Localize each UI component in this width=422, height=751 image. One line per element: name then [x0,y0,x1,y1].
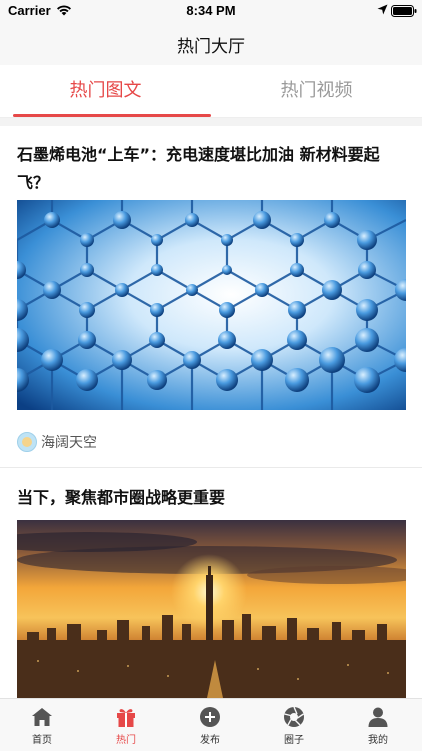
page-title: 热门大厅 [177,37,245,57]
add-circle-icon [200,707,220,727]
tabbar-item-circle[interactable]: 圈子 [252,699,336,751]
tab-hot-videos[interactable]: 热门视频 [211,65,422,117]
home-icon [32,708,52,726]
tabbar-label-hot: 热门 [116,735,136,746]
active-tab-indicator [13,114,211,117]
tabbar-label-home: 首页 [32,735,52,746]
location-arrow-icon [377,4,388,15]
tabbar-label-circle: 圈子 [284,735,304,746]
tabbar-item-mine[interactable]: 我的 [336,699,420,751]
city-skyline-illustration [17,520,406,698]
navigation-bar: 热门大厅 [0,22,422,65]
graphene-molecule-image[interactable] [17,200,406,410]
author-name: 海阔天空 [41,435,97,451]
tabbar-item-hot[interactable]: 热门 [84,699,168,751]
section-spacer [0,118,422,126]
article-title[interactable]: 石墨烯电池“上车”：充电速度堪比加油 新材料要起飞？ [17,141,409,197]
tab-hot-articles[interactable]: 热门图文 [0,65,211,117]
tabbar-item-publish[interactable]: 发布 [168,699,252,751]
article-title[interactable]: 当下，聚焦都市圈战略更重要 [17,484,409,512]
city-sunset-image[interactable] [17,520,406,698]
battery-icon [391,5,417,17]
tabbar-label-mine: 我的 [368,735,388,746]
aperture-icon [284,706,304,727]
status-time: 8:34 PM [186,3,236,18]
tabbar-label-publish: 发布 [200,735,220,746]
content-tabs: 热门图文 热门视频 [0,65,422,118]
gift-icon [117,709,135,727]
bottom-tab-bar: 首页 热门 发布 圈子 我的 [0,698,422,751]
author-avatar [17,432,37,452]
graphene-illustration [17,200,406,410]
feed-divider [0,467,422,468]
tabbar-item-home[interactable]: 首页 [0,699,84,751]
status-bar: Carrier 8:34 PM [0,0,422,22]
user-icon [368,707,388,727]
